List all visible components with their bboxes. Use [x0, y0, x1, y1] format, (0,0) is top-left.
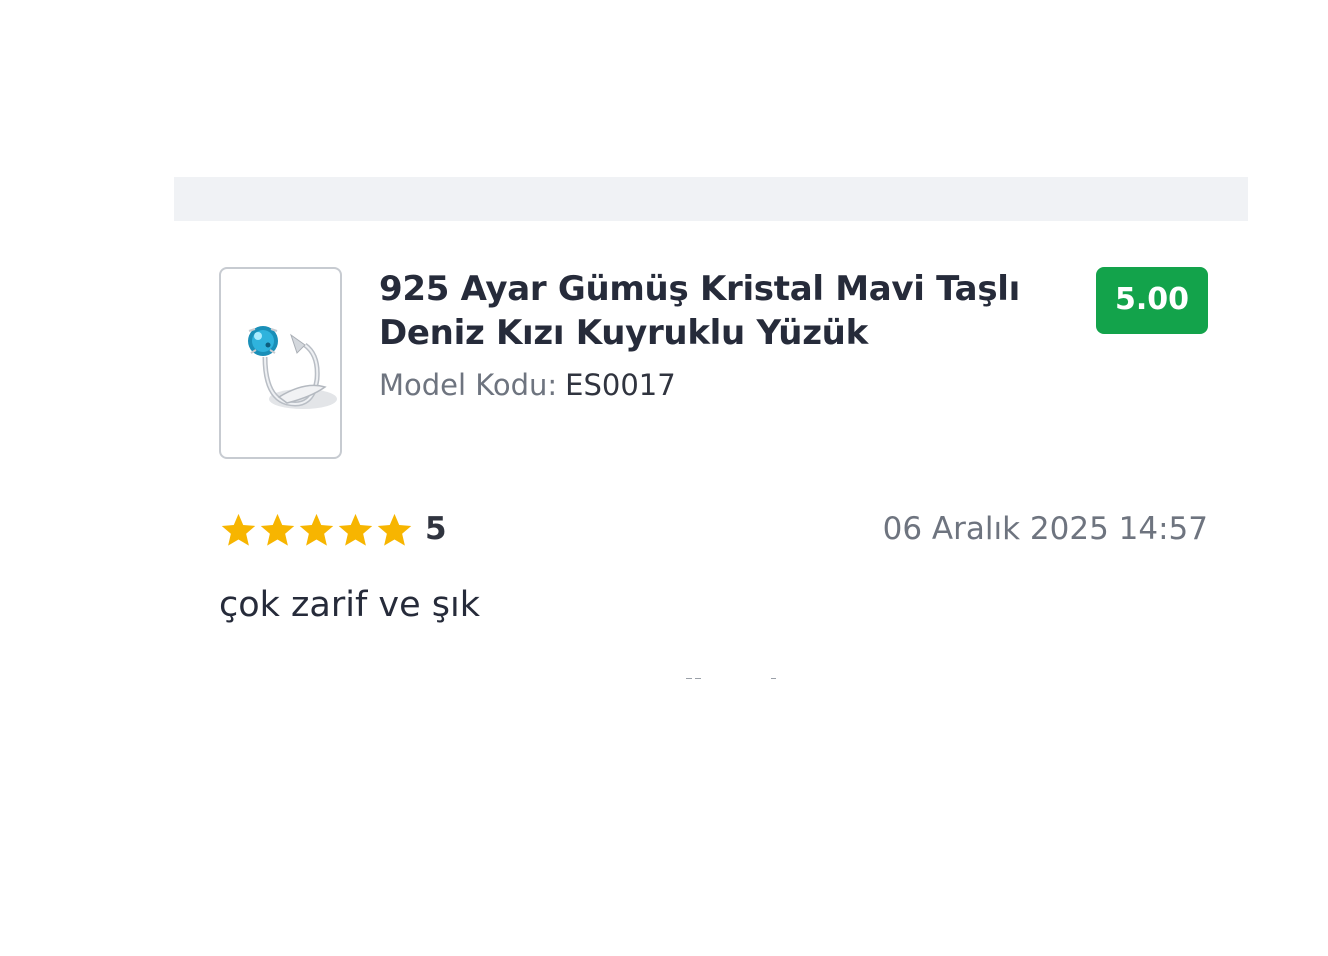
- faint-divider-marks: [686, 678, 786, 682]
- rating-value: 5: [425, 511, 447, 547]
- star-rating: [219, 509, 414, 551]
- section-header-band: [174, 177, 1248, 221]
- star-icon: [377, 513, 412, 546]
- star-icon: [260, 513, 295, 546]
- product-info: 925 Ayar Gümüş Kristal Mavi Taşlı Deniz …: [379, 267, 1059, 403]
- review-meta: 5 06 Aralık 2025 14:57: [219, 505, 1208, 555]
- star-icon: [299, 513, 334, 546]
- model-code-label: Model Kodu:: [379, 368, 558, 402]
- product-title[interactable]: 925 Ayar Gümüş Kristal Mavi Taşlı Deniz …: [379, 267, 1059, 355]
- reviewed-product: 925 Ayar Gümüş Kristal Mavi Taşlı Deniz …: [219, 267, 1208, 463]
- review-comment: çok zarif ve şık: [219, 585, 481, 625]
- model-code: Model Kodu: ES0017: [379, 367, 1059, 403]
- review-date: 06 Aralık 2025 14:57: [882, 511, 1208, 547]
- score-badge: 5.00: [1096, 267, 1208, 334]
- ring-product-image: [248, 326, 337, 409]
- product-thumbnail[interactable]: [219, 267, 342, 459]
- star-icon: [338, 513, 373, 546]
- model-code-value: ES0017: [565, 368, 676, 402]
- star-icon: [221, 513, 256, 546]
